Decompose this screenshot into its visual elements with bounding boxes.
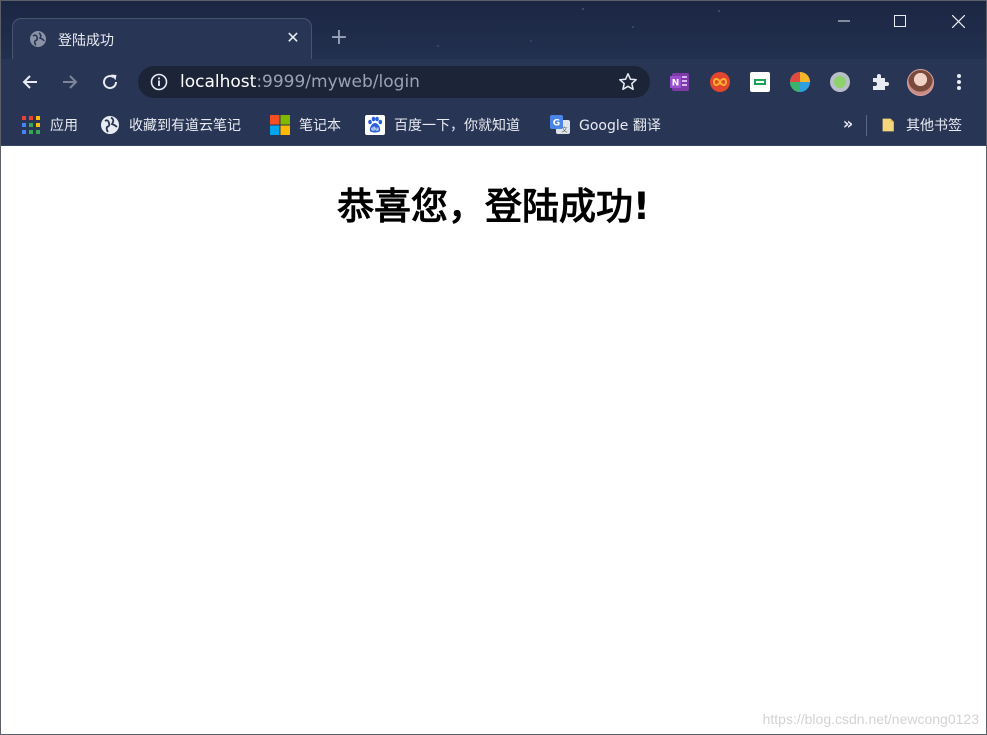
maximize-icon[interactable] xyxy=(877,1,923,41)
bookmark-baidu[interactable]: du 百度一下，你就知道 xyxy=(365,114,520,136)
bookmark-google-translate[interactable]: G 文 Google 翻译 xyxy=(550,114,661,136)
globe-icon xyxy=(30,31,46,47)
toolbar: localhost:9999/myweb/login N xyxy=(1,59,986,105)
address-bar[interactable]: localhost:9999/myweb/login xyxy=(138,66,650,98)
bookmark-notebook[interactable]: 笔记本 xyxy=(270,114,341,136)
back-arrow-icon[interactable] xyxy=(18,70,42,94)
window-close-icon[interactable] xyxy=(935,1,981,41)
bookmarks-divider xyxy=(866,115,867,136)
page-heading: 恭喜您，登陆成功! xyxy=(337,185,650,228)
microsoft-logo-icon xyxy=(270,115,290,135)
site-info-icon[interactable] xyxy=(150,73,168,91)
tab-strip: 登陆成功 ✕ + xyxy=(1,1,986,59)
bookmark-other[interactable]: 其他书签 xyxy=(881,114,962,136)
svg-text:du: du xyxy=(371,127,379,133)
more-menu-icon[interactable] xyxy=(949,71,969,93)
circle-extension-icon[interactable] xyxy=(829,71,851,93)
svg-text:G: G xyxy=(553,119,560,129)
bookmark-label: 其他书签 xyxy=(906,118,962,134)
baidu-icon: du xyxy=(365,115,385,135)
infinity-icon[interactable] xyxy=(709,71,731,93)
tab-title: 登陆成功 xyxy=(58,33,114,49)
google-translate-icon: G 文 xyxy=(550,115,570,134)
globe-icon xyxy=(101,116,119,134)
page-content: 恭喜您，登陆成功! https://blog.csdn.net/newcong0… xyxy=(1,146,986,734)
colorful-circle-icon[interactable] xyxy=(789,71,811,93)
bookmarks-bar: 应用 收藏到有道云笔记 笔记本 du 百度一下，你就知道 G 文 Google … xyxy=(1,105,986,146)
folder-icon xyxy=(882,118,894,132)
reload-icon[interactable] xyxy=(98,70,122,94)
more-bookmarks-icon[interactable]: » xyxy=(839,113,857,135)
watermark: https://blog.csdn.net/newcong0123 xyxy=(762,711,979,727)
svg-text:文: 文 xyxy=(561,126,567,134)
puzzle-icon[interactable] xyxy=(869,71,891,93)
bookmark-label: Google 翻译 xyxy=(579,118,661,134)
bookmark-label: 应用 xyxy=(50,118,78,134)
extension-green-icon[interactable] xyxy=(749,71,771,93)
apps-grid-icon xyxy=(22,116,40,134)
browser-window: 登陆成功 ✕ + localhost:9999/myweb/login N 应用… xyxy=(0,0,987,735)
onenote-icon[interactable]: N xyxy=(669,71,691,93)
svg-text:N: N xyxy=(672,79,680,89)
forward-arrow-icon[interactable] xyxy=(58,70,82,94)
bookmark-label: 笔记本 xyxy=(299,118,341,134)
tab-close-icon[interactable]: ✕ xyxy=(283,28,303,48)
minimize-icon[interactable] xyxy=(821,1,867,41)
bookmark-apps[interactable]: 应用 xyxy=(21,114,78,136)
bookmark-label: 收藏到有道云笔记 xyxy=(129,118,241,134)
bookmark-youdao[interactable]: 收藏到有道云笔记 xyxy=(100,114,241,136)
tab-login[interactable]: 登陆成功 ✕ xyxy=(12,18,312,59)
url-host: localhost xyxy=(180,72,257,92)
bookmark-label: 百度一下，你就知道 xyxy=(394,118,520,134)
url-path: :9999/myweb/login xyxy=(256,72,420,92)
url-text[interactable]: localhost:9999/myweb/login xyxy=(180,72,420,92)
new-tab-icon[interactable]: + xyxy=(328,27,350,49)
profile-avatar[interactable] xyxy=(907,69,934,96)
bookmark-star-icon[interactable] xyxy=(618,72,638,92)
